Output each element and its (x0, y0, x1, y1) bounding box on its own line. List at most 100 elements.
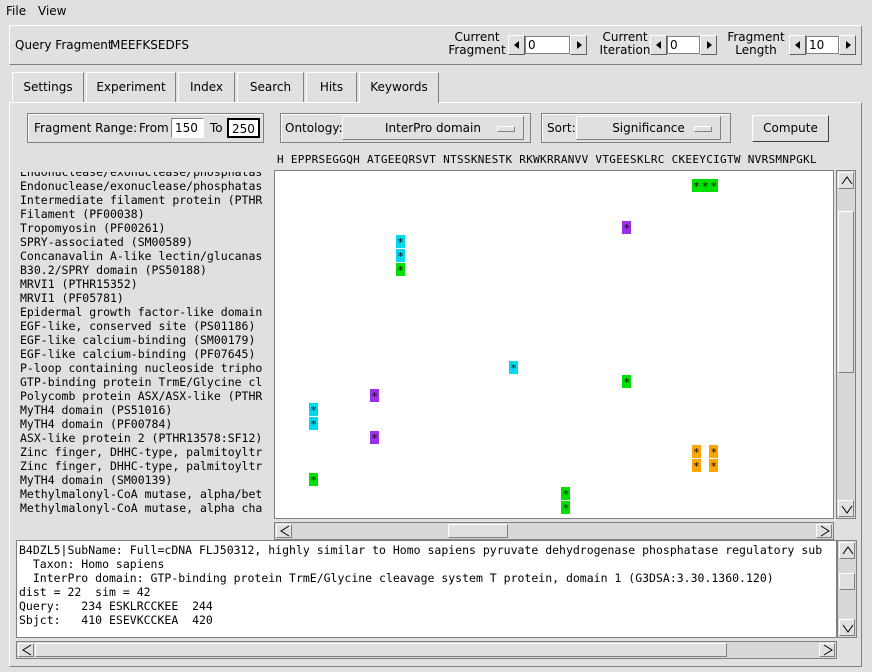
tab-index[interactable]: Index (178, 72, 235, 102)
keyword-row-label[interactable]: Filament (PF00038) (20, 207, 270, 221)
detail-horizontal-scrollbar[interactable] (16, 641, 837, 659)
scroll-left-button[interactable] (18, 643, 34, 657)
tab-experiment[interactable]: Experiment (86, 72, 176, 102)
keyword-hit-cell[interactable]: * (370, 389, 379, 403)
keyword-hit-cell[interactable]: * (561, 487, 571, 501)
keyword-hit-cell[interactable]: * (691, 459, 701, 473)
ontology-label: Ontology: (285, 121, 343, 135)
keyword-hit-cell[interactable]: * (709, 179, 719, 193)
scroll-thumb[interactable] (838, 211, 854, 373)
keyword-hit-cell[interactable]: * (370, 431, 379, 445)
keyword-hit-cell[interactable]: * (396, 263, 406, 277)
keyword-hit-cell[interactable]: * (709, 445, 719, 459)
keyword-row-label[interactable]: SPRY-associated (SM00589) (20, 235, 270, 249)
fragment-length-field[interactable]: 10 (806, 36, 839, 54)
from-label: From (139, 121, 169, 135)
hit-detail-text[interactable]: B4DZL5|SubName: Full=cDNA FLJ50312, high… (16, 540, 837, 638)
keyword-row-label[interactable]: MRVI1 (PF05781) (20, 291, 270, 305)
sort-select[interactable]: Significance (576, 116, 721, 140)
keyword-hit-cell[interactable]: * (396, 235, 406, 249)
current-iteration-field[interactable]: 0 (667, 36, 700, 54)
current-iteration-increment-button[interactable] (700, 35, 717, 55)
keyword-matrix[interactable]: * * * * * * * * * * * * * * * * * * * * (274, 170, 834, 519)
keyword-row-label[interactable]: Polycomb protein ASX/ASX-like (PTHR (20, 389, 270, 403)
current-fragment-increment-button[interactable] (570, 35, 587, 55)
ontology-group: Ontology: InterPro domain (280, 113, 531, 143)
keyword-row-label[interactable]: Tropomyosin (PF00261) (20, 221, 270, 235)
keyword-row-label[interactable]: GTP-binding protein TrmE/Glycine cl (20, 375, 270, 389)
keyword-hit-cell[interactable]: * (509, 361, 519, 375)
keyword-hit-cell[interactable]: * (622, 221, 632, 235)
keyword-row-label[interactable]: Intermediate filament protein (PTHR (20, 193, 270, 207)
keyword-row-label[interactable]: P-loop containing nucleoside tripho (20, 361, 270, 375)
tab-search[interactable]: Search (237, 72, 304, 102)
keyword-row-label[interactable]: ASX-like protein 2 (PTHR13578:SF12) (20, 431, 270, 445)
sequence-header: H EPPRSEGGQH ATGEEQRSVT NTSSKNESTK RKWKR… (277, 153, 817, 166)
keyword-hit-cell[interactable]: * (691, 179, 701, 193)
scroll-up-button[interactable] (838, 172, 854, 189)
detail-line: dist = 22 sim = 42 (19, 585, 151, 599)
keyword-hit-cell[interactable]: * (309, 403, 319, 417)
keyword-row-label[interactable]: EGF-like, conserved site (PS01186) (20, 319, 270, 333)
keyword-row-label[interactable]: B30.2/SPRY domain (PS50188) (20, 263, 270, 277)
matrix-horizontal-scrollbar[interactable] (274, 522, 834, 540)
to-input[interactable]: 250 (227, 118, 260, 138)
keyword-row-label[interactable]: Endonuclease/exonuclease/phosphatas (20, 179, 270, 193)
keyword-hit-cell[interactable]: * (700, 179, 710, 193)
ontology-select[interactable]: InterPro domain (342, 116, 524, 140)
query-fragment-value: MEEFKSEDFS (110, 38, 190, 52)
tab-hits[interactable]: Hits (306, 72, 357, 102)
matrix-vertical-scrollbar[interactable] (836, 170, 856, 519)
menu-bar: File View (0, 0, 872, 22)
keyword-row-label[interactable]: MRVI1 (PTHR15352) (20, 277, 270, 291)
keyword-row-label[interactable]: Zinc finger, DHHC-type, palmitoyltr (20, 459, 270, 473)
detail-vertical-scrollbar[interactable] (837, 540, 857, 638)
scroll-left-button[interactable] (276, 524, 292, 538)
detail-line: Query: 234 ESKLRCCKEE 244 (19, 599, 213, 613)
tab-keywords[interactable]: Keywords (359, 72, 439, 103)
keyword-row-label[interactable]: EGF-like calcium-binding (PF07645) (20, 347, 270, 361)
keyword-hit-cell[interactable]: * (691, 445, 701, 459)
keyword-row-label[interactable]: Endonuclease/exonuclease/phosphatas (20, 172, 270, 179)
keyword-hit-cell[interactable]: * (309, 417, 319, 431)
tab-settings[interactable]: Settings (12, 72, 84, 102)
menu-view[interactable]: View (38, 4, 66, 18)
keyword-row-label[interactable]: MyTH4 domain (PF00784) (20, 417, 270, 431)
keyword-row-label[interactable]: Epidermal growth factor-like domain (20, 305, 270, 319)
scroll-down-button[interactable] (838, 500, 854, 517)
fragment-length-decrement-button[interactable] (789, 35, 806, 55)
sort-group: Sort: Significance (541, 113, 731, 143)
ontology-value: InterPro domain (385, 121, 481, 135)
keyword-hit-cell[interactable]: * (561, 501, 571, 515)
current-fragment-decrement-button[interactable] (508, 35, 525, 55)
scroll-thumb[interactable] (35, 643, 727, 657)
keyword-hit-cell[interactable]: * (396, 249, 406, 263)
current-iteration-decrement-button[interactable] (650, 35, 667, 55)
fragment-length-increment-button[interactable] (839, 35, 856, 55)
keyword-hit-cell[interactable]: * (309, 473, 319, 487)
current-iteration-stepper: 0 (650, 35, 718, 55)
scroll-down-button[interactable] (839, 619, 855, 636)
keyword-row-label[interactable]: Methylmalonyl-CoA mutase, alpha/bet (20, 487, 270, 501)
scroll-right-button[interactable] (816, 524, 832, 538)
sort-label: Sort: (547, 121, 576, 135)
keyword-hit-cell[interactable]: * (709, 459, 719, 473)
keyword-hit-cell[interactable]: * (622, 375, 632, 389)
keyword-row-label[interactable]: Zinc finger, DHHC-type, palmitoyltr (20, 445, 270, 459)
keyword-row-label[interactable]: MyTH4 domain (PS51016) (20, 403, 270, 417)
keyword-row-label[interactable]: MyTH4 domain (SM00139) (20, 473, 270, 487)
scroll-up-button[interactable] (839, 542, 855, 559)
scroll-right-button[interactable] (819, 643, 835, 657)
current-fragment-field[interactable]: 0 (525, 36, 570, 54)
menu-file[interactable]: File (6, 4, 26, 18)
compute-button[interactable]: Compute (752, 115, 829, 142)
keyword-row-label[interactable]: Methylmalonyl-CoA mutase, alpha cha (20, 501, 270, 514)
detail-line: B4DZL5|SubName: Full=cDNA FLJ50312, high… (19, 543, 823, 557)
scroll-thumb[interactable] (839, 573, 855, 590)
keyword-row-label[interactable]: Concanavalin A-like lectin/glucanas (20, 249, 270, 263)
from-input[interactable]: 150 (171, 118, 204, 138)
to-label: To (210, 121, 223, 135)
keyword-row-label[interactable]: EGF-like calcium-binding (SM00179) (20, 333, 270, 347)
scroll-thumb[interactable] (448, 524, 508, 538)
dropdown-icon (497, 126, 515, 132)
